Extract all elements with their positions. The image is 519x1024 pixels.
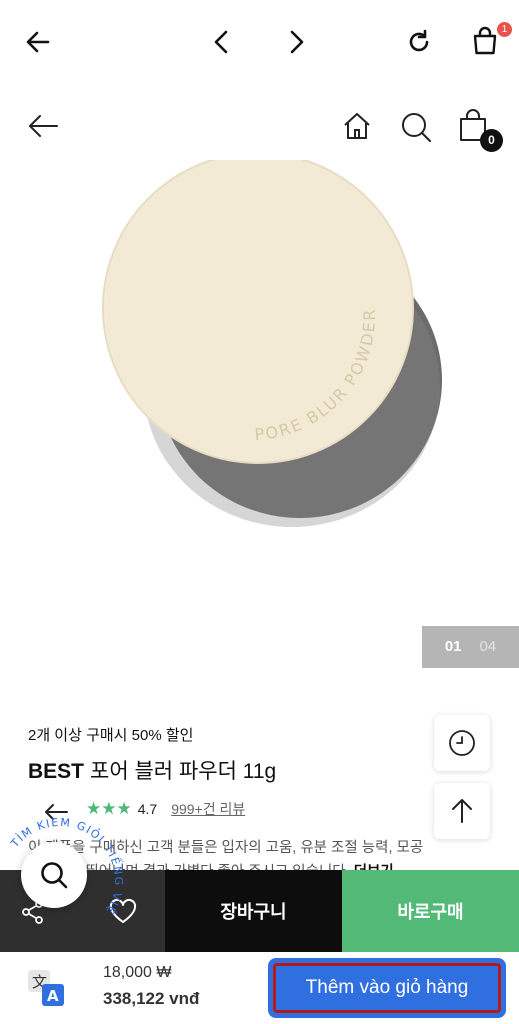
product-name: 포어 블러 파우더 11g <box>90 760 277 783</box>
review-count-link[interactable]: 999+건 리뷰 <box>171 799 245 819</box>
pager-total: 04 <box>479 638 497 655</box>
browser-cart-badge: 1 <box>497 22 512 37</box>
browser-toolbar <box>0 0 519 86</box>
product-title: BEST 포어 블러 파우더 11g <box>28 755 276 785</box>
translated-add-to-cart-button[interactable]: Thêm vào giỏ hàng <box>268 958 506 1018</box>
image-pager: 01 04 <box>422 626 519 668</box>
add-to-cart-button[interactable]: 장바구니 <box>165 870 342 952</box>
search-icon[interactable] <box>399 110 433 144</box>
arrow-up-icon <box>452 799 472 823</box>
back-arrow-icon[interactable] <box>24 28 52 56</box>
svg-text:A: A <box>47 987 59 1005</box>
recent-viewed-button[interactable] <box>434 715 490 771</box>
pager-current: 01 <box>444 638 462 655</box>
translate-icon[interactable]: 文 A <box>26 968 68 1008</box>
translated-add-to-cart-label[interactable]: Thêm vào giỏ hàng <box>273 963 501 1013</box>
scroll-top-button[interactable] <box>434 783 490 839</box>
shopping-bag-icon[interactable] <box>471 26 499 56</box>
rating-stars: ★★★ <box>86 799 132 818</box>
price-krw: 18,000 ₩ <box>103 964 172 981</box>
product-image[interactable]: PORE BLUR POWDER <box>0 152 519 670</box>
search-icon <box>41 862 68 889</box>
buy-now-button[interactable]: 바로구매 <box>342 870 519 952</box>
site-cart-badge: 0 <box>480 129 503 152</box>
reload-icon[interactable] <box>405 28 433 56</box>
price-vnd: 338,122 vnđ <box>103 989 200 1008</box>
promo-text: 2개 이상 구매시 50% 할인 <box>28 727 194 744</box>
floating-search-button[interactable] <box>21 842 87 908</box>
back-arrow-icon[interactable] <box>26 112 60 140</box>
clock-icon <box>449 730 475 756</box>
best-badge: BEST <box>28 760 85 783</box>
rating-value: 4.7 <box>137 801 158 817</box>
rating-row: ★★★ 4.7 999+건 리뷰 <box>86 798 245 820</box>
home-icon[interactable] <box>341 110 373 142</box>
chevron-left-icon[interactable] <box>209 28 235 56</box>
chevron-right-icon[interactable] <box>283 28 309 56</box>
